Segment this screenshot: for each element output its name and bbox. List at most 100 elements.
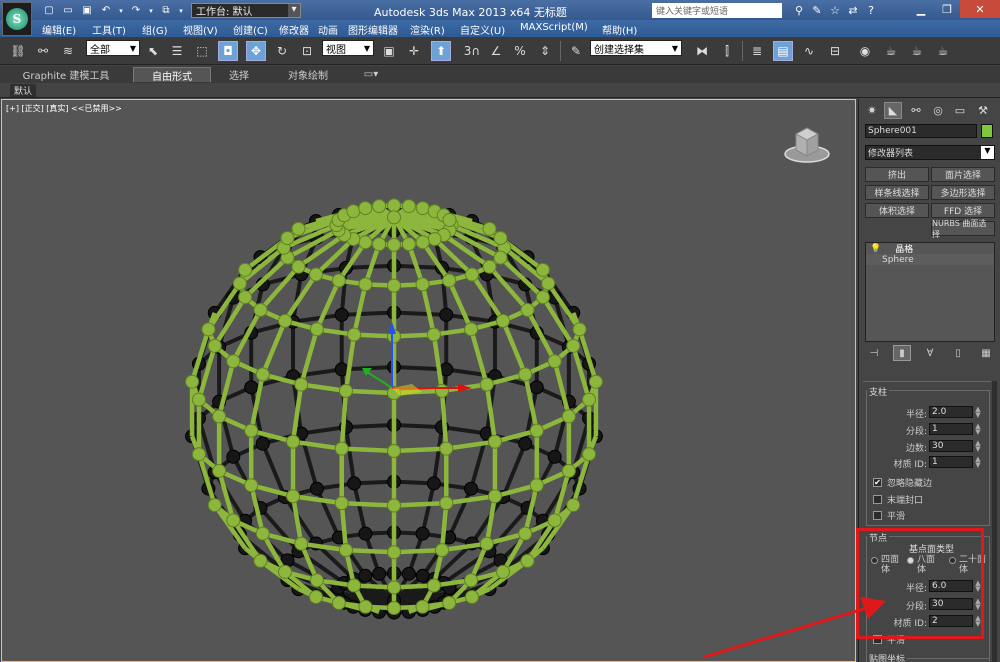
select-manipulate-icon[interactable]: ✛	[404, 41, 424, 61]
pivot-center-icon[interactable]: ▣	[379, 41, 399, 61]
tab-freeform[interactable]: 自由形式	[133, 67, 211, 83]
star-icon[interactable]: ☆	[826, 2, 844, 18]
close-button[interactable]: ✕	[960, 0, 1000, 18]
strut-sides-field[interactable]: 30	[929, 440, 973, 452]
spinner-icon[interactable]: ▲ ▼	[974, 615, 982, 628]
redo-icon[interactable]: ↷	[128, 4, 144, 18]
selection-filter-dropdown[interactable]: 全部 ▼	[86, 40, 140, 56]
menu-modifiers[interactable]: 修改器	[279, 22, 309, 37]
strut-radius-field[interactable]: 2.0	[929, 406, 973, 418]
snaps-toggle-icon[interactable]: 3 ∩	[460, 41, 484, 61]
help-icon[interactable]: ?	[862, 2, 880, 18]
configure-sets-icon[interactable]: ▦	[977, 345, 995, 361]
select-by-name-icon[interactable]: ☰	[167, 41, 187, 61]
search-input[interactable]: 键入关键字或短语	[652, 3, 782, 18]
tetra-radio[interactable]: 四面体	[871, 555, 905, 575]
menu-graph-editors[interactable]: 图形编辑器	[348, 22, 398, 37]
strut-smooth-checkbox[interactable]: 平滑	[873, 509, 983, 522]
joint-segments-field[interactable]: 30	[929, 598, 973, 610]
display-tab-icon[interactable]: ▭	[951, 102, 969, 119]
spinner-snap-icon[interactable]: ⇕	[535, 41, 555, 61]
spinner-icon[interactable]: ▲ ▼	[974, 598, 982, 611]
octa-radio[interactable]: 八面体	[907, 555, 947, 575]
motion-tab-icon[interactable]: ◎	[929, 102, 947, 119]
stack-item-sphere[interactable]: Sphere	[866, 254, 994, 265]
exchange-icon[interactable]: ⇄	[844, 2, 862, 18]
render-setup-icon[interactable]: ☕	[881, 41, 901, 61]
curve-editor-icon[interactable]: ∿	[799, 41, 819, 61]
menu-create[interactable]: 创建(C)	[233, 22, 268, 37]
select-scale-icon[interactable]: ⊡	[297, 41, 317, 61]
tab-selection[interactable]: 选择	[217, 67, 261, 82]
keyboard-shortcut-override-icon[interactable]: ⬆	[431, 41, 451, 61]
joint-smooth-checkbox[interactable]: 平滑	[873, 633, 983, 646]
percent-snap-icon[interactable]: %	[510, 41, 530, 61]
reference-coord-dropdown[interactable]: 视图 ▼	[322, 40, 374, 56]
wrench-icon[interactable]: ✎	[808, 2, 826, 18]
schematic-view-icon[interactable]: ⊟	[825, 41, 845, 61]
render-production-icon[interactable]: ☕	[933, 41, 953, 61]
rect-selection-icon[interactable]: ⬚	[192, 41, 212, 61]
tab-graphite[interactable]: Graphite 建模工具	[10, 67, 122, 82]
modifier-list-dropdown[interactable]: 修改器列表 ▼	[865, 145, 995, 160]
show-end-result-icon[interactable]: ▮	[893, 345, 911, 361]
menu-customize[interactable]: 自定义(U)	[460, 22, 505, 37]
undo-icon[interactable]: ↶	[98, 4, 114, 18]
spinner-icon[interactable]: ▲ ▼	[974, 580, 982, 593]
ffd-select-button[interactable]: FFD 选择	[931, 203, 995, 218]
menu-views[interactable]: 视图(V)	[183, 22, 218, 37]
open-file-icon[interactable]: ▭	[60, 4, 76, 18]
object-color-swatch[interactable]	[981, 124, 993, 138]
project-folder-icon[interactable]: ⧉	[158, 4, 174, 18]
qa-dropdown-icon[interactable]: ▾	[177, 4, 185, 18]
window-crossing-icon[interactable]: ◘	[218, 41, 238, 61]
edit-named-selection-icon[interactable]: ✎	[566, 41, 586, 61]
strut-segments-field[interactable]: 1	[929, 423, 973, 435]
align-icon[interactable]: ⫿	[717, 41, 737, 61]
workspace-dropdown[interactable]: 工作台: 默认 ▾	[191, 3, 301, 18]
icosa-radio[interactable]: 二十面体	[949, 555, 989, 575]
new-file-icon[interactable]: ▢	[41, 4, 57, 18]
end-caps-checkbox[interactable]: 末端封口	[873, 493, 983, 506]
ignore-hidden-checkbox[interactable]: ✔ 忽略隐藏边	[873, 476, 983, 489]
menu-help[interactable]: 帮助(H)	[602, 22, 637, 37]
minimize-button[interactable]: ▁	[908, 0, 934, 18]
select-rotate-icon[interactable]: ↻	[272, 41, 292, 61]
joint-matid-field[interactable]: 2	[929, 615, 973, 627]
mirror-icon[interactable]: ⧓	[692, 41, 712, 61]
menu-group[interactable]: 组(G)	[142, 22, 168, 37]
link-icon[interactable]: ⛓	[8, 41, 28, 61]
poly-select-button[interactable]: 多边形选择	[931, 185, 995, 200]
select-object-icon[interactable]: ⬉	[143, 41, 163, 61]
command-panel-scrollbar[interactable]	[992, 381, 997, 662]
named-selection-dropdown[interactable]: 创建选择集 ▼	[590, 40, 682, 56]
tab-object-paint[interactable]: 对象绘制	[272, 67, 344, 82]
modify-tab-icon[interactable]: ◣	[884, 102, 902, 119]
joint-radius-field[interactable]: 6.0	[929, 580, 973, 592]
extrude-button[interactable]: 挤出	[865, 167, 929, 182]
strut-matid-field[interactable]: 1	[929, 456, 973, 468]
select-move-icon[interactable]: ✥	[246, 41, 266, 61]
binoculars-icon[interactable]: ⚲	[790, 2, 808, 18]
rendered-frame-icon[interactable]: ☕	[907, 41, 927, 61]
utilities-tab-icon[interactable]: ⚒	[974, 102, 992, 119]
hierarchy-tab-icon[interactable]: ⚯	[907, 102, 925, 119]
remove-modifier-icon[interactable]: ▯	[949, 345, 967, 361]
spline-select-button[interactable]: 样条线选择	[865, 185, 929, 200]
spinner-icon[interactable]: ▲ ▼	[974, 456, 982, 469]
object-name-field[interactable]: Sphere001	[865, 124, 977, 138]
menu-edit[interactable]: 编辑(E)	[42, 22, 76, 37]
layer-manager-icon[interactable]: ≣	[747, 41, 767, 61]
volume-select-button[interactable]: 体积选择	[865, 203, 929, 218]
save-file-icon[interactable]: ▣	[79, 4, 95, 18]
graphite-toggle-icon[interactable]: ▤	[773, 41, 793, 61]
spinner-icon[interactable]: ▲ ▼	[974, 423, 982, 436]
bind-space-warp-icon[interactable]: ≋	[58, 41, 78, 61]
make-unique-icon[interactable]: ∀	[921, 345, 939, 361]
angle-snap-icon[interactable]: ∠	[486, 41, 506, 61]
menu-rendering[interactable]: 渲染(R)	[410, 22, 445, 37]
menu-animation[interactable]: 动画	[318, 22, 338, 37]
unlink-icon[interactable]: ⚯	[33, 41, 53, 61]
menu-tools[interactable]: 工具(T)	[92, 22, 126, 37]
perspective-viewport[interactable]: [+] [正交] [真实] <<已禁用>>	[1, 99, 856, 662]
